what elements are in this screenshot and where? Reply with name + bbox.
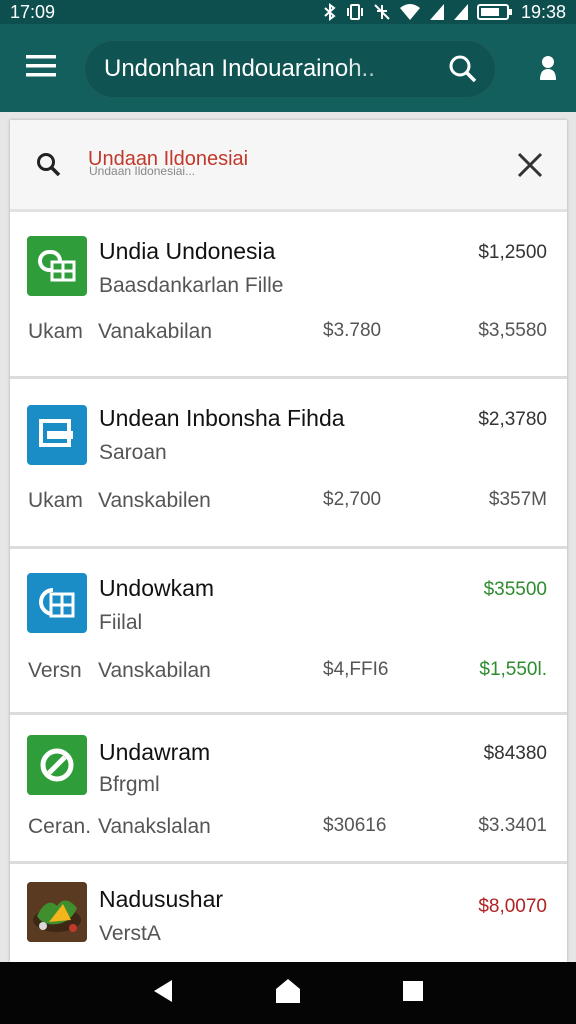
item-price: $1,2500 — [478, 242, 547, 263]
spreadsheet-icon — [27, 236, 87, 296]
search-icon[interactable] — [448, 54, 478, 84]
item-meta-total: $3,5580 — [478, 320, 547, 341]
document-icon — [27, 405, 87, 465]
account-icon — [538, 54, 558, 87]
item-title: Undia Undonesia — [99, 238, 276, 264]
item-title: Undawram — [99, 739, 211, 765]
signal-muted-icon — [373, 3, 391, 21]
recents-button[interactable] — [383, 968, 443, 1018]
wifi-icon — [399, 3, 421, 21]
item-price: $35500 — [483, 579, 547, 600]
item-meta-total: $1,550l. — [479, 659, 547, 680]
home-button[interactable] — [258, 968, 318, 1018]
recents-icon — [402, 980, 424, 1007]
item-title: Undean Inbonsha Fihda — [99, 405, 345, 431]
search-row: Undaan Ildonesiai Undaan Ildonesiai... — [10, 120, 567, 212]
status-time-left: 17:09 — [10, 1, 56, 22]
search-suggestion: Undaan Ildonesiai... — [89, 164, 196, 178]
menu-icon — [26, 54, 56, 82]
item-meta-label: Versn — [28, 659, 82, 682]
item-meta-total: $3.3401 — [478, 815, 547, 836]
item-subtitle: Baasdankarlan Fille — [99, 274, 284, 297]
list-item[interactable]: Undean Inbonsha Fihda Saroan $2,3780 Uka… — [10, 379, 567, 549]
back-icon — [152, 979, 174, 1008]
status-bar: 17:09 19:38 — [0, 0, 576, 24]
item-meta-type: Vanakabilan — [98, 320, 213, 343]
app-search-field[interactable]: Undonhan Indouarainoh.. — [84, 40, 496, 98]
vibrate-icon — [345, 3, 365, 21]
item-price: $84380 — [483, 743, 547, 764]
item-meta-label: Ceran. — [28, 815, 92, 838]
item-subtitle: Fiilal — [99, 611, 143, 634]
account-button[interactable] — [538, 54, 558, 87]
status-time-right: 19:38 — [520, 1, 566, 22]
item-meta-total: $357M — [488, 489, 547, 510]
item-title: Undowkam — [99, 575, 215, 601]
list-item[interactable]: Undawram Bfrgml $84380 Ceran. Vanakslala… — [10, 715, 567, 864]
navigation-bar — [0, 962, 576, 1024]
list-item[interactable]: Undowkam Fiilal $35500 Versn Vanskabilan… — [10, 549, 567, 715]
status-icons: 19:38 — [323, 2, 566, 23]
food-photo-icon — [27, 882, 87, 942]
item-meta-label: Ukam — [28, 489, 83, 512]
list-item[interactable]: Undia Undonesia Baasdankarlan Fille $1,2… — [10, 212, 567, 379]
item-meta-value: $30616 — [323, 815, 387, 836]
block-icon — [27, 735, 87, 795]
item-price: $8,0070 — [478, 896, 547, 917]
item-meta-type: Vanskabilen — [98, 489, 211, 512]
menu-button[interactable] — [0, 24, 82, 112]
signal-icon — [453, 3, 469, 21]
list-item[interactable]: Nadusushar VerstA $8,0070 — [10, 864, 567, 962]
bluetooth-icon — [323, 3, 337, 21]
item-title: Nadusushar — [99, 886, 224, 912]
results-panel: Undaan Ildonesiai Undaan Ildonesiai... U… — [10, 120, 567, 962]
item-meta-type: Vanskabilan — [98, 659, 211, 682]
search-icon[interactable] — [10, 152, 88, 178]
app-search-text: Undonhan Indouarainoh.. — [104, 55, 375, 82]
app-bar: Undonhan Indouarainoh.. — [0, 24, 576, 112]
back-button[interactable] — [133, 968, 193, 1018]
item-meta-value: $3.780 — [323, 320, 382, 341]
close-icon[interactable] — [517, 152, 543, 178]
item-subtitle: Bfrgml — [99, 773, 160, 796]
home-icon — [275, 978, 301, 1009]
item-subtitle: Saroan — [99, 441, 167, 464]
signal-icon — [429, 3, 445, 21]
calc-sheet-icon — [27, 573, 87, 633]
item-price: $2,3780 — [478, 409, 547, 430]
item-meta-value: $4,FFI6 — [323, 659, 389, 680]
item-subtitle: VerstA — [99, 922, 161, 945]
battery-icon — [476, 3, 513, 21]
item-meta-type: Vanakslalan — [98, 815, 211, 838]
item-meta-label: Ukam — [28, 320, 83, 343]
item-meta-value: $2,700 — [323, 489, 382, 510]
